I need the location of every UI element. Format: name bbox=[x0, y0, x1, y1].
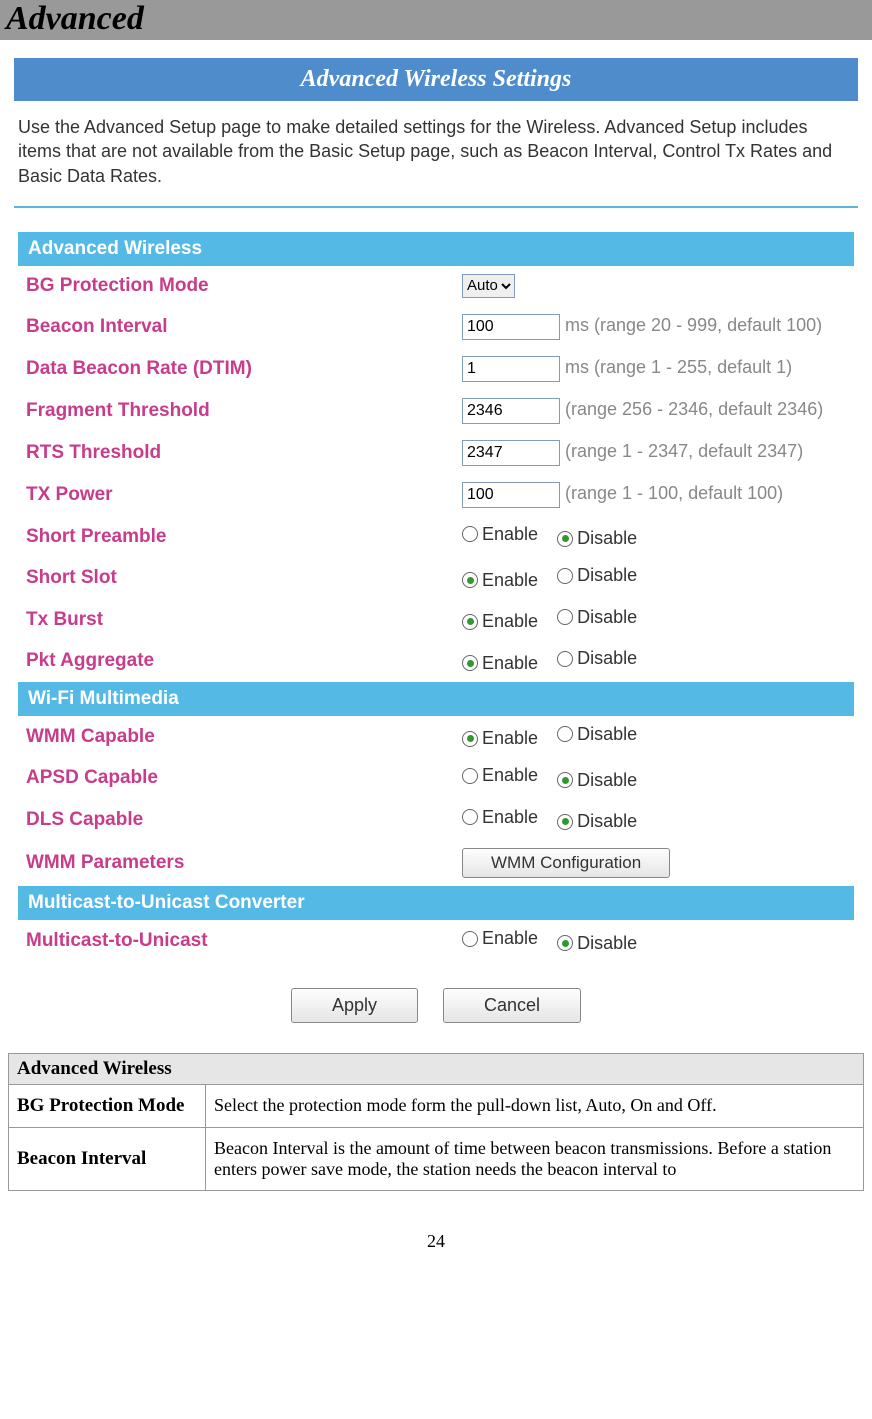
txpower-hint: (range 1 - 100, default 100) bbox=[565, 483, 783, 503]
dls-capable-enable[interactable]: Enable bbox=[462, 807, 538, 828]
apsd-capable-disable[interactable]: Disable bbox=[557, 770, 637, 791]
bg-protection-select[interactable]: Auto bbox=[462, 274, 515, 298]
radio-icon bbox=[557, 651, 573, 667]
m2u-disable[interactable]: Disable bbox=[557, 933, 637, 954]
apsd-capable-enable[interactable]: Enable bbox=[462, 765, 538, 786]
radio-icon bbox=[462, 655, 478, 671]
panel-title: Advanced Wireless Settings bbox=[14, 58, 858, 101]
dtim-hint: ms (range 1 - 255, default 1) bbox=[565, 357, 792, 377]
apply-button[interactable]: Apply bbox=[291, 988, 418, 1023]
label-pkt-aggregate: Pkt Aggregate bbox=[18, 640, 454, 682]
radio-icon bbox=[462, 809, 478, 825]
m2u-enable[interactable]: Enable bbox=[462, 928, 538, 949]
radio-icon bbox=[462, 931, 478, 947]
doc-table-header: Advanced Wireless bbox=[9, 1053, 864, 1084]
tx-burst-disable[interactable]: Disable bbox=[557, 607, 637, 628]
label-beacon-interval: Beacon Interval bbox=[18, 306, 454, 348]
section-header-advanced: Advanced Wireless bbox=[18, 232, 854, 266]
radio-icon bbox=[557, 609, 573, 625]
beacon-interval-hint: ms (range 20 - 999, default 100) bbox=[565, 315, 822, 335]
short-preamble-enable[interactable]: Enable bbox=[462, 524, 538, 545]
beacon-interval-input[interactable] bbox=[462, 314, 560, 340]
wmm-capable-enable[interactable]: Enable bbox=[462, 728, 538, 749]
radio-icon bbox=[557, 531, 573, 547]
txpower-input[interactable] bbox=[462, 482, 560, 508]
pkt-aggregate-enable[interactable]: Enable bbox=[462, 653, 538, 674]
label-wmm-capable: WMM Capable bbox=[18, 716, 454, 758]
doc-row-name: BG Protection Mode bbox=[9, 1084, 206, 1127]
page-title-bar: Advanced bbox=[0, 0, 872, 40]
label-dls-capable: DLS Capable bbox=[18, 799, 454, 841]
rts-input[interactable] bbox=[462, 440, 560, 466]
doc-row-desc: Select the protection mode form the pull… bbox=[206, 1084, 864, 1127]
radio-icon bbox=[462, 768, 478, 784]
wmm-configuration-button[interactable]: WMM Configuration bbox=[462, 848, 670, 878]
doc-table: Advanced Wireless BG Protection Mode Sel… bbox=[8, 1053, 864, 1191]
label-short-preamble: Short Preamble bbox=[18, 516, 454, 558]
dls-capable-disable[interactable]: Disable bbox=[557, 811, 637, 832]
page-number: 24 bbox=[0, 1203, 872, 1256]
short-preamble-disable[interactable]: Disable bbox=[557, 528, 637, 549]
tx-burst-enable[interactable]: Enable bbox=[462, 611, 538, 632]
intro-text: Use the Advanced Setup page to make deta… bbox=[0, 115, 872, 188]
radio-icon bbox=[462, 572, 478, 588]
radio-icon bbox=[557, 935, 573, 951]
label-txpower: TX Power bbox=[18, 474, 454, 516]
wmm-capable-disable[interactable]: Disable bbox=[557, 724, 637, 745]
dtim-input[interactable] bbox=[462, 356, 560, 382]
radio-icon bbox=[462, 526, 478, 542]
label-tx-burst: Tx Burst bbox=[18, 599, 454, 641]
radio-icon bbox=[557, 772, 573, 788]
fragment-input[interactable] bbox=[462, 398, 560, 424]
page-title: Advanced bbox=[6, 0, 144, 37]
radio-icon bbox=[462, 614, 478, 630]
rts-hint: (range 1 - 2347, default 2347) bbox=[565, 441, 803, 461]
radio-icon bbox=[557, 726, 573, 742]
section-header-wmm: Wi-Fi Multimedia bbox=[18, 682, 854, 716]
label-multicast-to-unicast: Multicast-to-Unicast bbox=[18, 920, 454, 962]
label-fragment: Fragment Threshold bbox=[18, 390, 454, 432]
doc-row-name: Beacon Interval bbox=[9, 1127, 206, 1190]
label-wmm-params: WMM Parameters bbox=[18, 840, 454, 886]
radio-icon bbox=[557, 814, 573, 830]
divider bbox=[14, 206, 858, 208]
short-slot-enable[interactable]: Enable bbox=[462, 570, 538, 591]
short-slot-disable[interactable]: Disable bbox=[557, 565, 637, 586]
cancel-button[interactable]: Cancel bbox=[443, 988, 581, 1023]
radio-icon bbox=[462, 731, 478, 747]
label-short-slot: Short Slot bbox=[18, 557, 454, 599]
label-bg-protection: BG Protection Mode bbox=[18, 266, 454, 306]
label-dtim: Data Beacon Rate (DTIM) bbox=[18, 348, 454, 390]
fragment-hint: (range 256 - 2346, default 2346) bbox=[565, 399, 823, 419]
doc-row-desc: Beacon Interval is the amount of time be… bbox=[206, 1127, 864, 1190]
pkt-aggregate-disable[interactable]: Disable bbox=[557, 648, 637, 669]
section-header-multicast: Multicast-to-Unicast Converter bbox=[18, 886, 854, 920]
radio-icon bbox=[557, 568, 573, 584]
label-apsd-capable: APSD Capable bbox=[18, 757, 454, 799]
label-rts: RTS Threshold bbox=[18, 432, 454, 474]
